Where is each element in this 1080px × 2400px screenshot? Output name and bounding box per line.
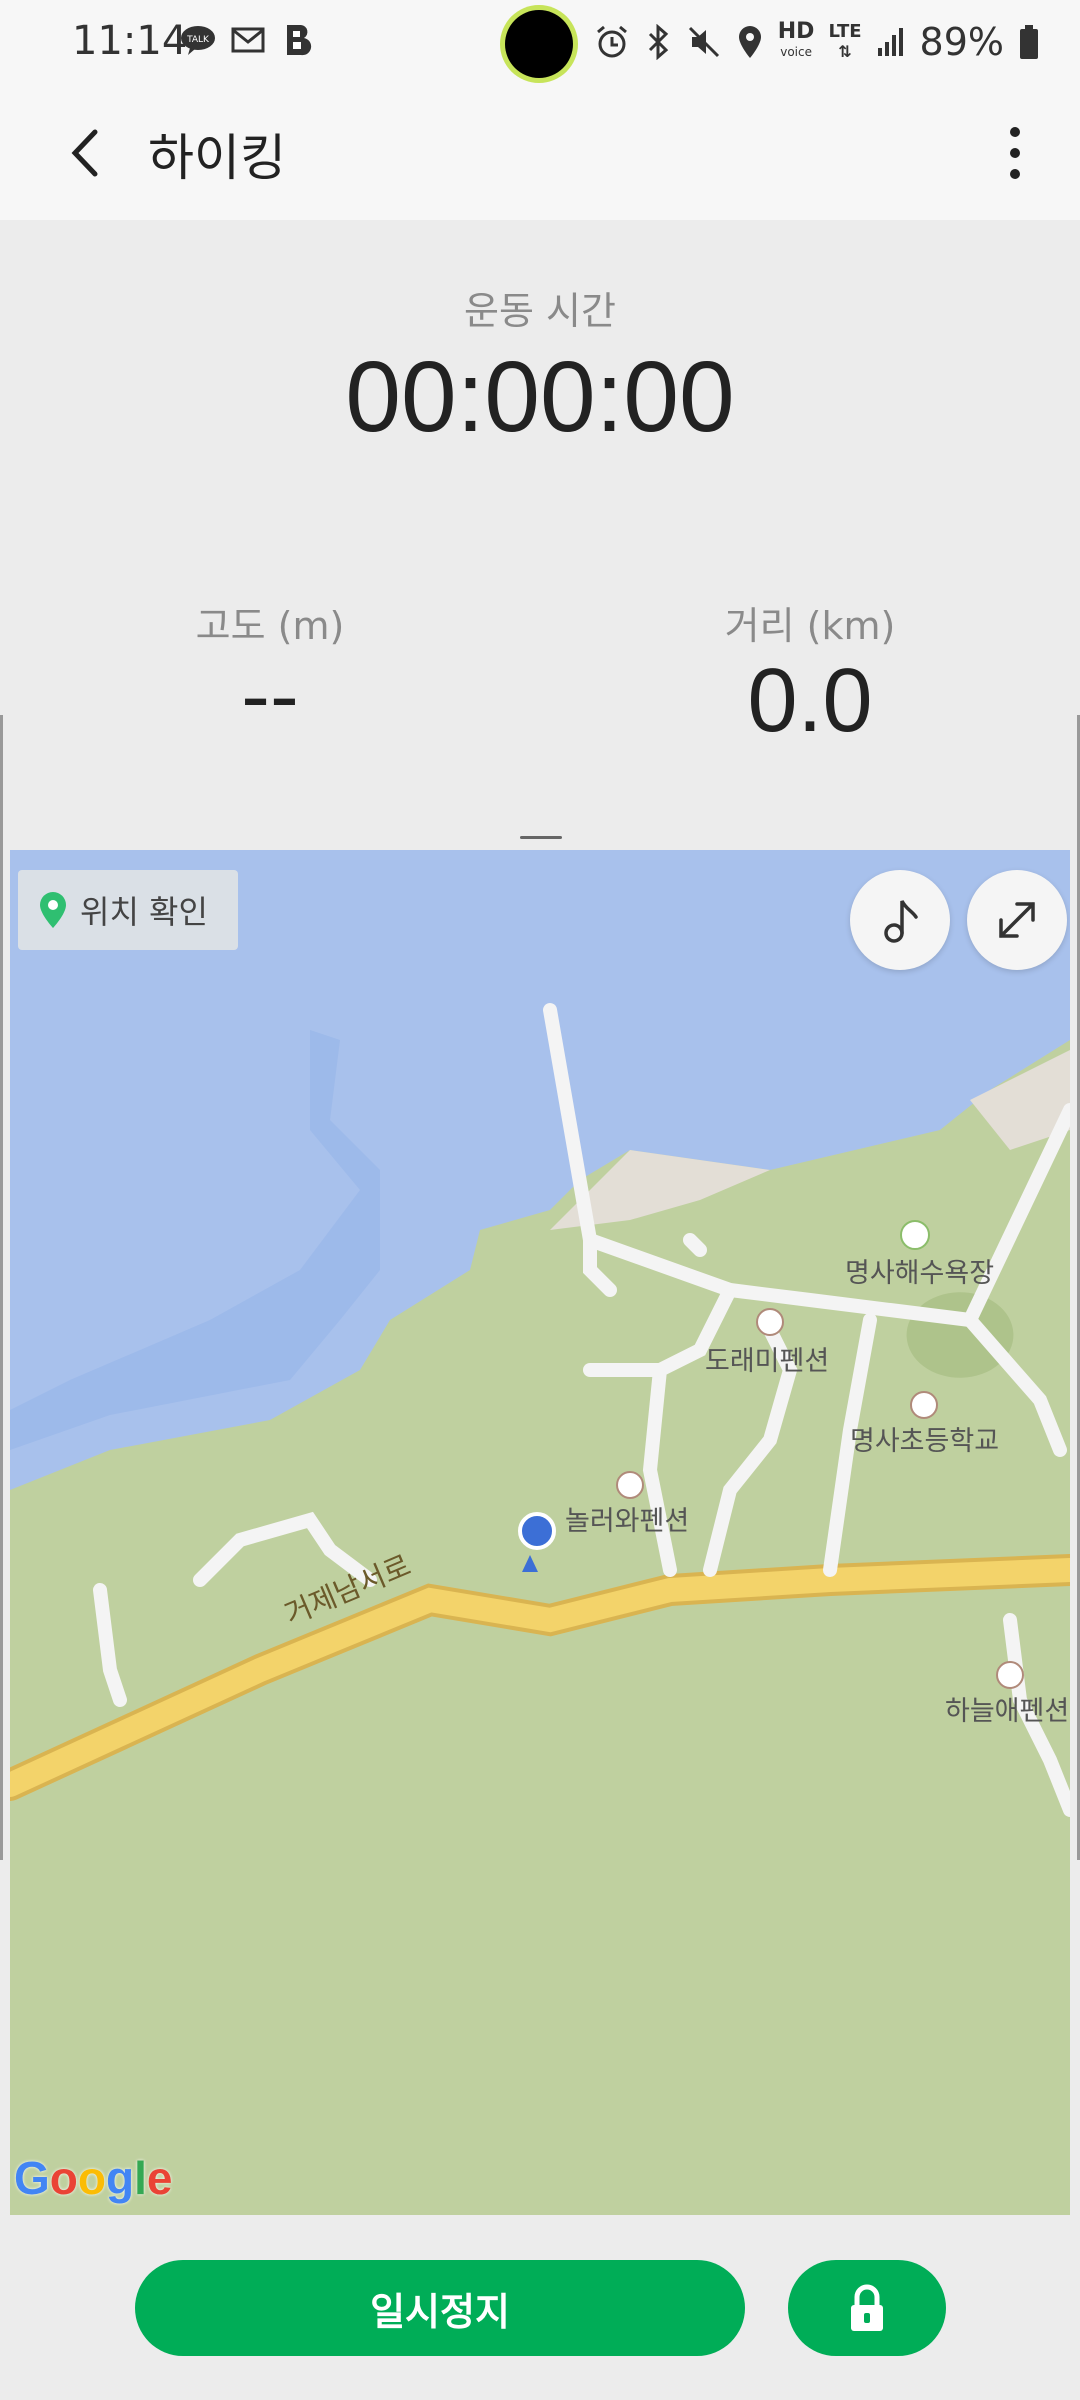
lock-button[interactable] [788,2260,946,2356]
music-note-icon [884,900,918,943]
expand-icon [999,902,1035,938]
back-arrow-icon [71,129,98,177]
current-location-icon [518,1512,556,1550]
b-app-icon [280,22,316,58]
expand-map-button[interactable] [967,870,1067,970]
svg-text:TALK: TALK [186,35,210,45]
bottom-controls: 일시정지 [0,2215,1080,2400]
alarm-icon [596,25,627,58]
notification-icons: TALK [180,22,316,58]
pause-label: 일시정지 [370,2289,510,2334]
location-check-button[interactable]: 위치 확인 [18,870,238,950]
map-view[interactable]: 명사해수욕장 도래미펜션 명사초등학교 놀러와펜션 하늘애펜션 거제남서로 위치… [10,850,1070,2215]
altitude-label: 고도 (m) [195,604,345,648]
map-label-beach: 명사해수욕장 [845,1258,994,1289]
distance-label: 거리 (km) [724,604,896,648]
camera-cutout [505,10,573,78]
battery-icon [1020,25,1038,59]
app-bar: 하이킹 [0,90,1080,221]
music-button[interactable] [850,870,950,970]
hd-voice-icon: HD voice [777,19,815,60]
location-icon [738,26,761,58]
back-button[interactable] [55,118,125,188]
status-time: 11:14 [72,18,188,64]
mute-icon [688,26,719,58]
map-label-school: 명사초등학교 [850,1426,999,1457]
left-edge-line [0,715,3,1860]
distance-value: 0.0 [747,651,873,751]
page-title: 하이킹 [148,129,286,187]
workout-time-value: 00:00:00 [345,341,735,453]
map-label-pension-nolleowa: 놀러와펜션 [565,1506,689,1537]
kakaotalk-icon: TALK [180,22,216,58]
pause-button[interactable]: 일시정지 [135,2260,745,2356]
map-canvas: 명사해수욕장 도래미펜션 명사초등학교 놀러와펜션 하늘애펜션 거제남서로 [10,850,1070,2215]
lock-icon [851,2284,883,2331]
signal-icon [877,28,903,56]
altitude-value: -- [241,650,299,743]
bluetooth-icon [648,24,668,60]
map-pin-icon [40,892,66,928]
map-label-pension-doraemi: 도래미펜션 [705,1346,829,1377]
workout-time-label: 운동 시간 [464,289,616,333]
mail-icon [230,22,266,58]
map-label-pension-haneulae: 하늘애펜션 [945,1696,1069,1727]
google-logo: Google [14,2152,173,2204]
lte-icon: LTE ⇅ [828,21,862,62]
more-options-button[interactable] [980,118,1050,188]
battery-percent: 89% [919,20,1004,64]
system-icons: HD voice LTE ⇅ 89% [594,20,1040,64]
location-check-label: 위치 확인 [80,893,208,931]
workout-stats: 운동 시간 00:00:00 고도 (m) -- 거리 (km) 0.0 [0,220,1080,850]
status-bar: 11:14 TALK HD voice LTE ⇅ 89% [0,0,1080,90]
more-vert-icon [1010,127,1020,179]
panel-drag-handle[interactable] [520,836,562,839]
